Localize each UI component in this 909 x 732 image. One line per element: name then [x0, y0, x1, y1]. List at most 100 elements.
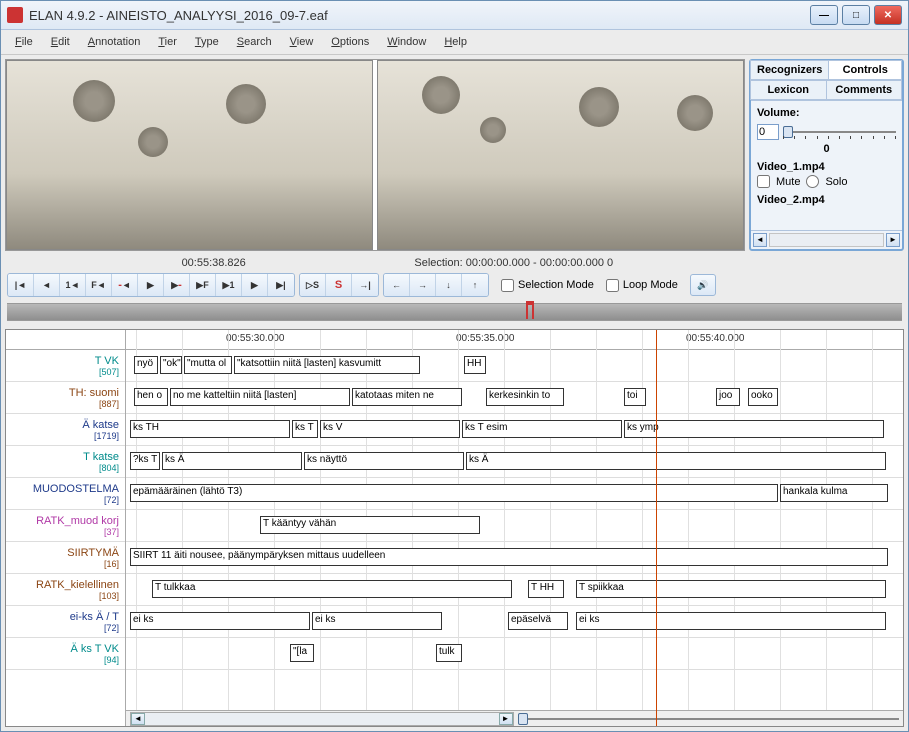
annotation[interactable]: T spiikkaa: [576, 580, 886, 598]
annotation[interactable]: ks näyttö: [304, 452, 464, 470]
tier-name[interactable]: SIIRTYMÄ[16]: [6, 542, 125, 574]
tier-row[interactable]: T tulkkaa T HH T spiikkaa: [126, 574, 903, 606]
playhead[interactable]: [656, 330, 657, 726]
tab-comments[interactable]: Comments: [826, 80, 903, 100]
annotation[interactable]: tulk: [436, 644, 462, 662]
timeline-hscroll[interactable]: ◄ ►: [130, 712, 514, 726]
density-overview[interactable]: [7, 303, 902, 321]
annotation[interactable]: T kääntyy vähän: [260, 516, 480, 534]
menu-file[interactable]: File: [7, 34, 41, 50]
tier-row[interactable]: epämääräinen (lähtö T3)hankala kulma: [126, 478, 903, 510]
annotation[interactable]: ei ks: [576, 612, 886, 630]
boundary-right-button[interactable]: →: [410, 274, 436, 296]
annotation[interactable]: joo: [716, 388, 740, 406]
annotation[interactable]: ks T esim: [462, 420, 622, 438]
tier-row[interactable]: hen ono me katteltiin niitä [lasten]kato…: [126, 382, 903, 414]
annotation[interactable]: SIIRT 11 äiti nousee, päänympäryksen mit…: [130, 548, 888, 566]
menu-view[interactable]: View: [282, 34, 322, 50]
annotation[interactable]: "katsottiin niitä [lasten] kasvumitt: [234, 356, 420, 374]
next-scroll-button[interactable]: ▶: [242, 274, 268, 296]
solo-radio-1[interactable]: [806, 175, 819, 188]
tier-name[interactable]: Ä ks T VK[94]: [6, 638, 125, 670]
panel-scroll-right[interactable]: ►: [886, 233, 900, 247]
menu-options[interactable]: Options: [323, 34, 377, 50]
tier-row[interactable]: SIIRT 11 äiti nousee, päänympäryksen mit…: [126, 542, 903, 574]
menu-edit[interactable]: Edit: [43, 34, 78, 50]
goto-end-button[interactable]: ▶|: [268, 274, 294, 296]
tier-name[interactable]: TH: suomi[887]: [6, 382, 125, 414]
tab-controls[interactable]: Controls: [828, 60, 902, 80]
video-player-2[interactable]: [377, 60, 744, 250]
tier-row[interactable]: T kääntyy vähän: [126, 510, 903, 542]
scroll-left-button[interactable]: ◄: [131, 713, 145, 725]
annotation[interactable]: ks V: [320, 420, 460, 438]
next-second-button[interactable]: ▶1: [216, 274, 242, 296]
tier-row[interactable]: ks THks Tks Vks T esimks ymp: [126, 414, 903, 446]
timeline[interactable]: 00:55:30.000 00:55:35.000 00:55:40.000 n…: [126, 330, 903, 726]
tier-name[interactable]: Ä katse[1719]: [6, 414, 125, 446]
time-ruler[interactable]: 00:55:30.000 00:55:35.000 00:55:40.000: [126, 330, 903, 350]
menu-annotation[interactable]: Annotation: [80, 34, 149, 50]
next-pixel-button[interactable]: ▶-: [164, 274, 190, 296]
prev-frame-button[interactable]: F◄: [86, 274, 112, 296]
close-button[interactable]: ✕: [874, 5, 902, 25]
mute-checkbox-1[interactable]: [757, 175, 770, 188]
annotation[interactable]: ks T: [292, 420, 318, 438]
play-selection-button[interactable]: ▷S: [300, 274, 326, 296]
volume-input[interactable]: [757, 124, 779, 140]
tier-row[interactable]: "[la tulk: [126, 638, 903, 670]
next-frame-button[interactable]: ▶F: [190, 274, 216, 296]
maximize-button[interactable]: □: [842, 5, 870, 25]
annotation[interactable]: HH: [464, 356, 486, 374]
boundary-up-button[interactable]: ↑: [462, 274, 488, 296]
selection-mode-checkbox[interactable]: [501, 279, 514, 292]
menu-help[interactable]: Help: [436, 34, 475, 50]
annotation[interactable]: nyö: [134, 356, 158, 374]
annotation[interactable]: toi: [624, 388, 646, 406]
panel-scroll-left[interactable]: ◄: [753, 233, 767, 247]
annotation[interactable]: T tulkkaa: [152, 580, 512, 598]
annotation[interactable]: no me katteltiin niitä [lasten]: [170, 388, 350, 406]
play-button[interactable]: ▶: [138, 274, 164, 296]
boundary-down-button[interactable]: ↓: [436, 274, 462, 296]
panel-scrollbar[interactable]: [769, 233, 884, 247]
annotation[interactable]: ks Ä: [162, 452, 302, 470]
annotation[interactable]: ?ks T: [130, 452, 160, 470]
tier-name[interactable]: T VK[507]: [6, 350, 125, 382]
annotation[interactable]: katotaas miten ne: [352, 388, 462, 406]
prev-pixel-button[interactable]: -◄: [112, 274, 138, 296]
tab-lexicon[interactable]: Lexicon: [750, 80, 827, 100]
menu-window[interactable]: Window: [379, 34, 434, 50]
menu-type[interactable]: Type: [187, 34, 227, 50]
menu-tier[interactable]: Tier: [150, 34, 185, 50]
clear-selection-button[interactable]: S: [326, 274, 352, 296]
annotation[interactable]: "mutta ol: [184, 356, 232, 374]
tier-name[interactable]: RATK_kielellinen[103]: [6, 574, 125, 606]
loop-mode-checkbox[interactable]: [606, 279, 619, 292]
annotation[interactable]: hankala kulma: [780, 484, 888, 502]
audio-button[interactable]: 🔊: [690, 274, 716, 296]
tier-name[interactable]: T katse[804]: [6, 446, 125, 478]
annotation[interactable]: epämääräinen (lähtö T3): [130, 484, 778, 502]
tier-row[interactable]: ?ks Tks Äks näyttöks Ä: [126, 446, 903, 478]
tier-row[interactable]: ei ksei ksepäselväei ks: [126, 606, 903, 638]
tier-name[interactable]: MUODOSTELMA[72]: [6, 478, 125, 510]
menu-search[interactable]: Search: [229, 34, 280, 50]
tier-row[interactable]: nyö"ok""mutta ol"katsottiin niitä [laste…: [126, 350, 903, 382]
prev-scroll-button[interactable]: ◄: [34, 274, 60, 296]
annotation[interactable]: "[la: [290, 644, 314, 662]
annotation[interactable]: epäselvä: [508, 612, 568, 630]
annotation[interactable]: hen o: [134, 388, 168, 406]
prev-second-button[interactable]: 1◄: [60, 274, 86, 296]
overview-cursor[interactable]: [526, 301, 534, 319]
zoom-slider[interactable]: [518, 710, 900, 727]
annotation[interactable]: kerkesinkin to: [486, 388, 564, 406]
annotation[interactable]: ei ks: [130, 612, 310, 630]
goto-start-button[interactable]: |◄: [8, 274, 34, 296]
annotation[interactable]: ks ymp: [624, 420, 884, 438]
tier-name[interactable]: ei-ks Ä / T[72]: [6, 606, 125, 638]
scroll-right-button[interactable]: ►: [499, 713, 513, 725]
boundary-left-button[interactable]: ←: [384, 274, 410, 296]
annotation[interactable]: "ok": [160, 356, 182, 374]
annotation[interactable]: T HH: [528, 580, 564, 598]
